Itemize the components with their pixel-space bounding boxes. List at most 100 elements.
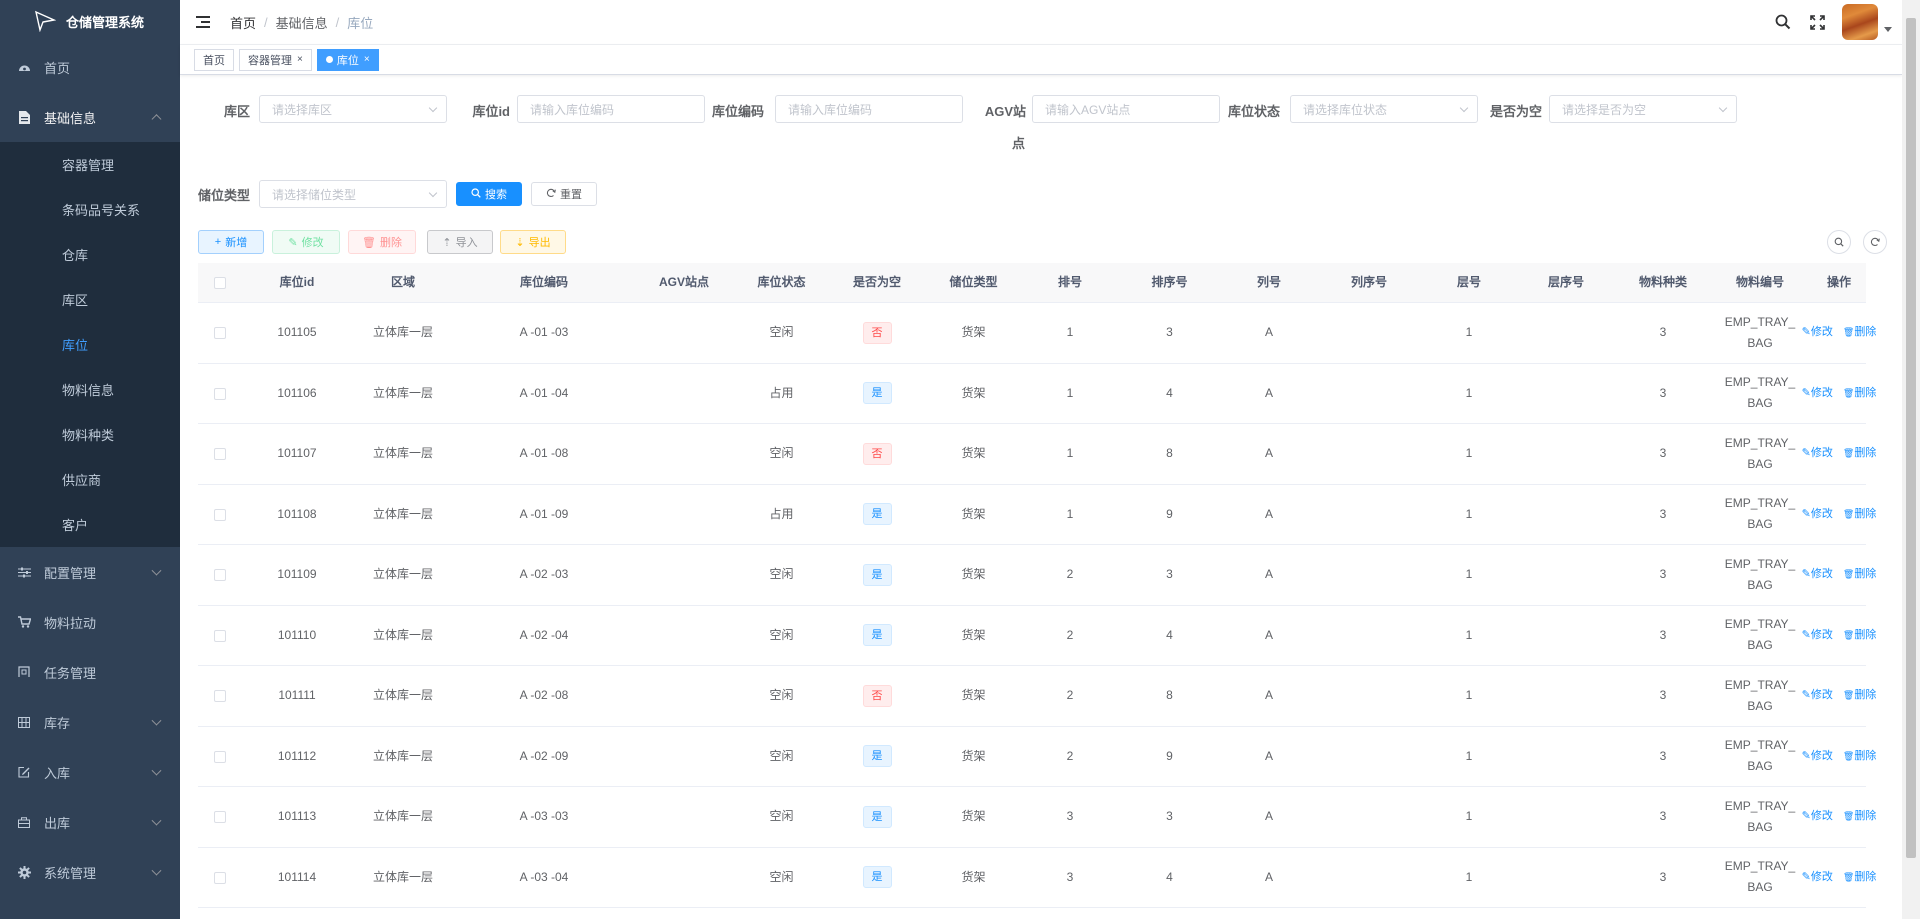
row-delete-label: 删除 xyxy=(1854,749,1877,762)
row-edit-link[interactable]: ✎修改 xyxy=(1802,564,1833,585)
reset-button[interactable]: 重置 xyxy=(531,182,597,206)
table-row[interactable]: 101110 立体库一层 A -02 -04 空闲 是 货架 2 4 A 1 3 EMP_TRAY_ B… xyxy=(198,606,1876,666)
row-edit-link[interactable]: ✎修改 xyxy=(1802,746,1833,767)
row-delete-link[interactable]: 🗑删除 xyxy=(1843,625,1876,646)
row-edit-link[interactable]: ✎修改 xyxy=(1802,867,1833,888)
row-delete-link[interactable]: 🗑删除 xyxy=(1843,564,1876,585)
sidebar-item-basic-info[interactable]: 基础信息 xyxy=(0,92,180,142)
select-all-checkbox[interactable] xyxy=(214,276,226,289)
hamburger-icon[interactable] xyxy=(196,15,212,29)
avatar[interactable] xyxy=(1842,4,1878,40)
status-select[interactable]: 请选择库位状态 xyxy=(1290,95,1478,123)
sidebar: 仓储管理系统 首页 基础信息 容器管理 条码品号关系 仓库 库区 库位 物料信息… xyxy=(0,0,180,919)
sidebar-item-location[interactable]: 库位 xyxy=(0,322,180,367)
row-delete-link[interactable]: 🗑删除 xyxy=(1843,867,1876,888)
table-row[interactable]: 101107 立体库一层 A -01 -08 空闲 否 货架 1 8 A 1 3 EMP_TRAY_ B… xyxy=(198,424,1877,485)
row-edit-link[interactable]: ✎修改 xyxy=(1802,625,1833,646)
sidebar-item-barcode[interactable]: 条码品号关系 xyxy=(0,187,180,232)
tag-container[interactable]: 容器管理 × xyxy=(239,48,312,71)
table-row[interactable]: 101111 立体库一层 A -02 -08 空闲 否 货架 2 8 A 1 3 EMP_TRAY_ B… xyxy=(198,666,1877,727)
tag-location[interactable]: 库位 × xyxy=(316,48,379,71)
row-checkbox[interactable] xyxy=(214,690,226,703)
import-button[interactable]: ⇡ 导入 xyxy=(427,230,493,254)
table-row[interactable]: 101109 立体库一层 A -02 -03 空闲 是 货架 2 3 A 1 3 EMP_TRAY_ B… xyxy=(198,545,1876,606)
caret-down-icon[interactable] xyxy=(1884,26,1892,32)
page-scrollbar[interactable] xyxy=(1902,0,1920,919)
row-checkbox[interactable] xyxy=(214,508,226,521)
table-row[interactable]: 101106 立体库一层 A -01 -04 占用 是 货架 1 4 A 1 3 EMP_TRAY_ B… xyxy=(198,364,1876,424)
sidebar-item-supplier[interactable]: 供应商 xyxy=(0,457,180,502)
row-checkbox[interactable] xyxy=(214,327,226,340)
row-checkbox[interactable] xyxy=(214,569,226,582)
row-checkbox[interactable] xyxy=(214,811,226,824)
refresh-table-button[interactable] xyxy=(1863,230,1887,254)
area-cell: 立体库一层 xyxy=(372,506,433,521)
edit-button[interactable]: ✎ 修改 xyxy=(272,230,340,254)
operations-cell: ✎修改 🗑删除 xyxy=(1802,443,1877,464)
sidebar-item-customer[interactable]: 客户 xyxy=(0,502,180,547)
row-delete-link[interactable]: 🗑删除 xyxy=(1843,504,1876,525)
row-edit-link[interactable]: ✎修改 xyxy=(1802,806,1833,827)
row-checkbox[interactable] xyxy=(214,387,226,400)
row-delete-link[interactable]: 🗑删除 xyxy=(1843,322,1876,343)
row-edit-link[interactable]: ✎修改 xyxy=(1802,685,1833,706)
sidebar-item-task[interactable]: 任务管理 xyxy=(0,647,180,697)
sidebar-item-outbound[interactable]: 出库 xyxy=(0,797,180,847)
row-edit-label: 修改 xyxy=(1810,810,1833,823)
fullscreen-icon[interactable] xyxy=(1808,13,1826,31)
row-delete-link[interactable]: 🗑删除 xyxy=(1843,806,1876,827)
row-edit-link[interactable]: ✎修改 xyxy=(1802,443,1833,464)
sidebar-item-material-info[interactable]: 物料信息 xyxy=(0,367,180,412)
scrollbar-thumb[interactable] xyxy=(1906,18,1916,858)
area-select[interactable]: 请选择库区 xyxy=(259,95,447,123)
table-row[interactable]: 101113 立体库一层 A -03 -03 空闲 是 货架 3 3 A 1 3 EMP_TRAY_ B… xyxy=(198,787,1876,848)
close-icon[interactable]: × xyxy=(297,54,303,65)
table-row[interactable]: 101114 立体库一层 A -03 -04 空闲 是 货架 3 4 A 1 3 EMP_TRAY_ B… xyxy=(198,848,1876,908)
location-id-input[interactable]: 请输入库位编码 xyxy=(517,95,705,123)
sidebar-item-material-pull[interactable]: 物料拉动 xyxy=(0,597,180,647)
search-button[interactable]: 搜索 xyxy=(456,182,522,206)
sidebar-item-container[interactable]: 容器管理 xyxy=(0,142,180,187)
row-checkbox[interactable] xyxy=(214,871,226,884)
sidebar-item-warehouse[interactable]: 仓库 xyxy=(0,232,180,277)
empty-badge: 是 xyxy=(862,503,892,526)
table-row[interactable]: 101105 立体库一层 A -01 -03 空闲 否 货架 1 3 A 1 3 EMP_TRAY_ B… xyxy=(198,303,1876,364)
sidebar-item-system[interactable]: 系统管理 xyxy=(0,847,180,897)
storage-type-select[interactable]: 请选择储位类型 xyxy=(259,180,447,208)
export-button[interactable]: ⇣ 导出 xyxy=(500,230,566,254)
tag-home[interactable]: 首页 xyxy=(194,48,234,71)
delete-button[interactable]: 🗑 删除 xyxy=(348,230,416,254)
row-checkbox[interactable] xyxy=(214,750,226,763)
row-seq-cell: 3 xyxy=(1166,567,1173,582)
empty-select[interactable]: 请选择是否为空 xyxy=(1549,95,1737,123)
row-edit-link[interactable]: ✎修改 xyxy=(1802,322,1833,343)
row-edit-link[interactable]: ✎修改 xyxy=(1802,383,1833,404)
row-checkbox[interactable] xyxy=(214,629,226,642)
row-checkbox[interactable] xyxy=(214,448,226,461)
close-icon[interactable]: × xyxy=(364,54,370,65)
sidebar-item-material-kind[interactable]: 物料种类 xyxy=(0,412,180,457)
location-code-cell: A -03 -04 xyxy=(519,869,569,884)
add-button[interactable]: + 新增 xyxy=(198,230,264,254)
row-delete-link[interactable]: 🗑删除 xyxy=(1843,383,1876,404)
row-delete-link[interactable]: 🗑删除 xyxy=(1843,685,1876,706)
toggle-search-button[interactable] xyxy=(1827,230,1851,254)
operations-cell: ✎修改 🗑删除 xyxy=(1802,685,1877,706)
row-delete-link[interactable]: 🗑删除 xyxy=(1843,746,1876,767)
sidebar-item-home[interactable]: 首页 xyxy=(0,42,180,92)
sidebar-item-area[interactable]: 库区 xyxy=(0,277,180,322)
search-icon[interactable] xyxy=(1774,13,1792,31)
table-row[interactable]: 101108 立体库一层 A -01 -09 占用 是 货架 1 9 A 1 3 EMP_TRAY_ B… xyxy=(198,485,1876,545)
sidebar-item-inventory[interactable]: 库存 xyxy=(0,697,180,747)
area-cell: 立体库一层 xyxy=(372,567,433,582)
table-row[interactable]: 101112 立体库一层 A -02 -09 空闲 是 货架 2 9 A 1 3 EMP_TRAY_ B… xyxy=(198,727,1876,787)
breadcrumb-home[interactable]: 首页 xyxy=(230,13,256,32)
sidebar-item-config[interactable]: 配置管理 xyxy=(0,547,180,597)
location-code-input[interactable]: 请输入库位编码 xyxy=(775,95,963,123)
agv-input[interactable]: 请输入AGV站点 xyxy=(1032,95,1220,123)
app-logo[interactable]: 仓储管理系统 xyxy=(0,0,180,42)
search-icon xyxy=(471,187,481,201)
sidebar-item-inbound[interactable]: 入库 xyxy=(0,747,180,797)
row-edit-link[interactable]: ✎修改 xyxy=(1802,504,1833,525)
row-delete-link[interactable]: 🗑删除 xyxy=(1843,443,1876,464)
